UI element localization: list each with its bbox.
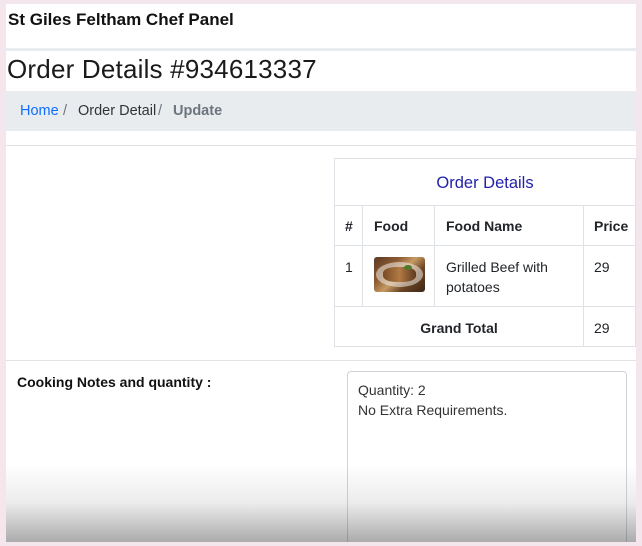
table-column-divider <box>362 205 363 306</box>
breadcrumb-separator: / <box>158 103 163 119</box>
order-details-table: Order Details # Food Food Name Price 1 G… <box>334 158 636 347</box>
table-caption: Order Details <box>335 159 635 206</box>
column-header-food-name: Food Name <box>446 218 523 234</box>
table-row-divider <box>335 245 635 246</box>
breadcrumb-separator: / <box>63 103 68 119</box>
grand-total-label: Grand Total <box>420 320 498 336</box>
cooking-notes-textarea[interactable]: Quantity: 2 No Extra Requirements. <box>347 371 627 542</box>
cooking-notes-label: Cooking Notes and quantity : <box>17 374 212 390</box>
food-price: 29 <box>594 259 610 275</box>
breadcrumb-home-link[interactable]: Home <box>20 103 59 119</box>
table-column-divider <box>583 205 584 347</box>
column-header-food: Food <box>374 218 409 234</box>
column-header-price: Price <box>594 218 629 234</box>
divider <box>6 360 636 361</box>
notes-quantity-line: Quantity: 2 <box>358 382 426 398</box>
breadcrumb-order-detail: Order Detail <box>78 103 157 119</box>
app-frame: St Giles Feltham Chef Panel Order Detail… <box>6 4 636 542</box>
row-number: 1 <box>345 259 353 275</box>
column-header-number: # <box>345 218 353 234</box>
table-column-divider <box>434 205 435 306</box>
grand-total-value: 29 <box>594 320 610 336</box>
divider <box>6 145 636 146</box>
food-photo-icon <box>374 257 425 292</box>
top-navbar: St Giles Feltham Chef Panel <box>6 4 636 51</box>
notes-requirements-line: No Extra Requirements. <box>358 402 508 418</box>
food-name-line: potatoes <box>446 279 500 295</box>
page-title: Order Details #934613337 <box>7 54 317 84</box>
breadcrumb-active-update: Update <box>173 103 223 119</box>
food-name-line: Grilled Beef with <box>446 259 548 275</box>
table-row-divider <box>335 306 635 307</box>
brand-title[interactable]: St Giles Feltham Chef Panel <box>8 10 234 30</box>
breadcrumb: Home / Order Detail / Update <box>6 91 636 131</box>
